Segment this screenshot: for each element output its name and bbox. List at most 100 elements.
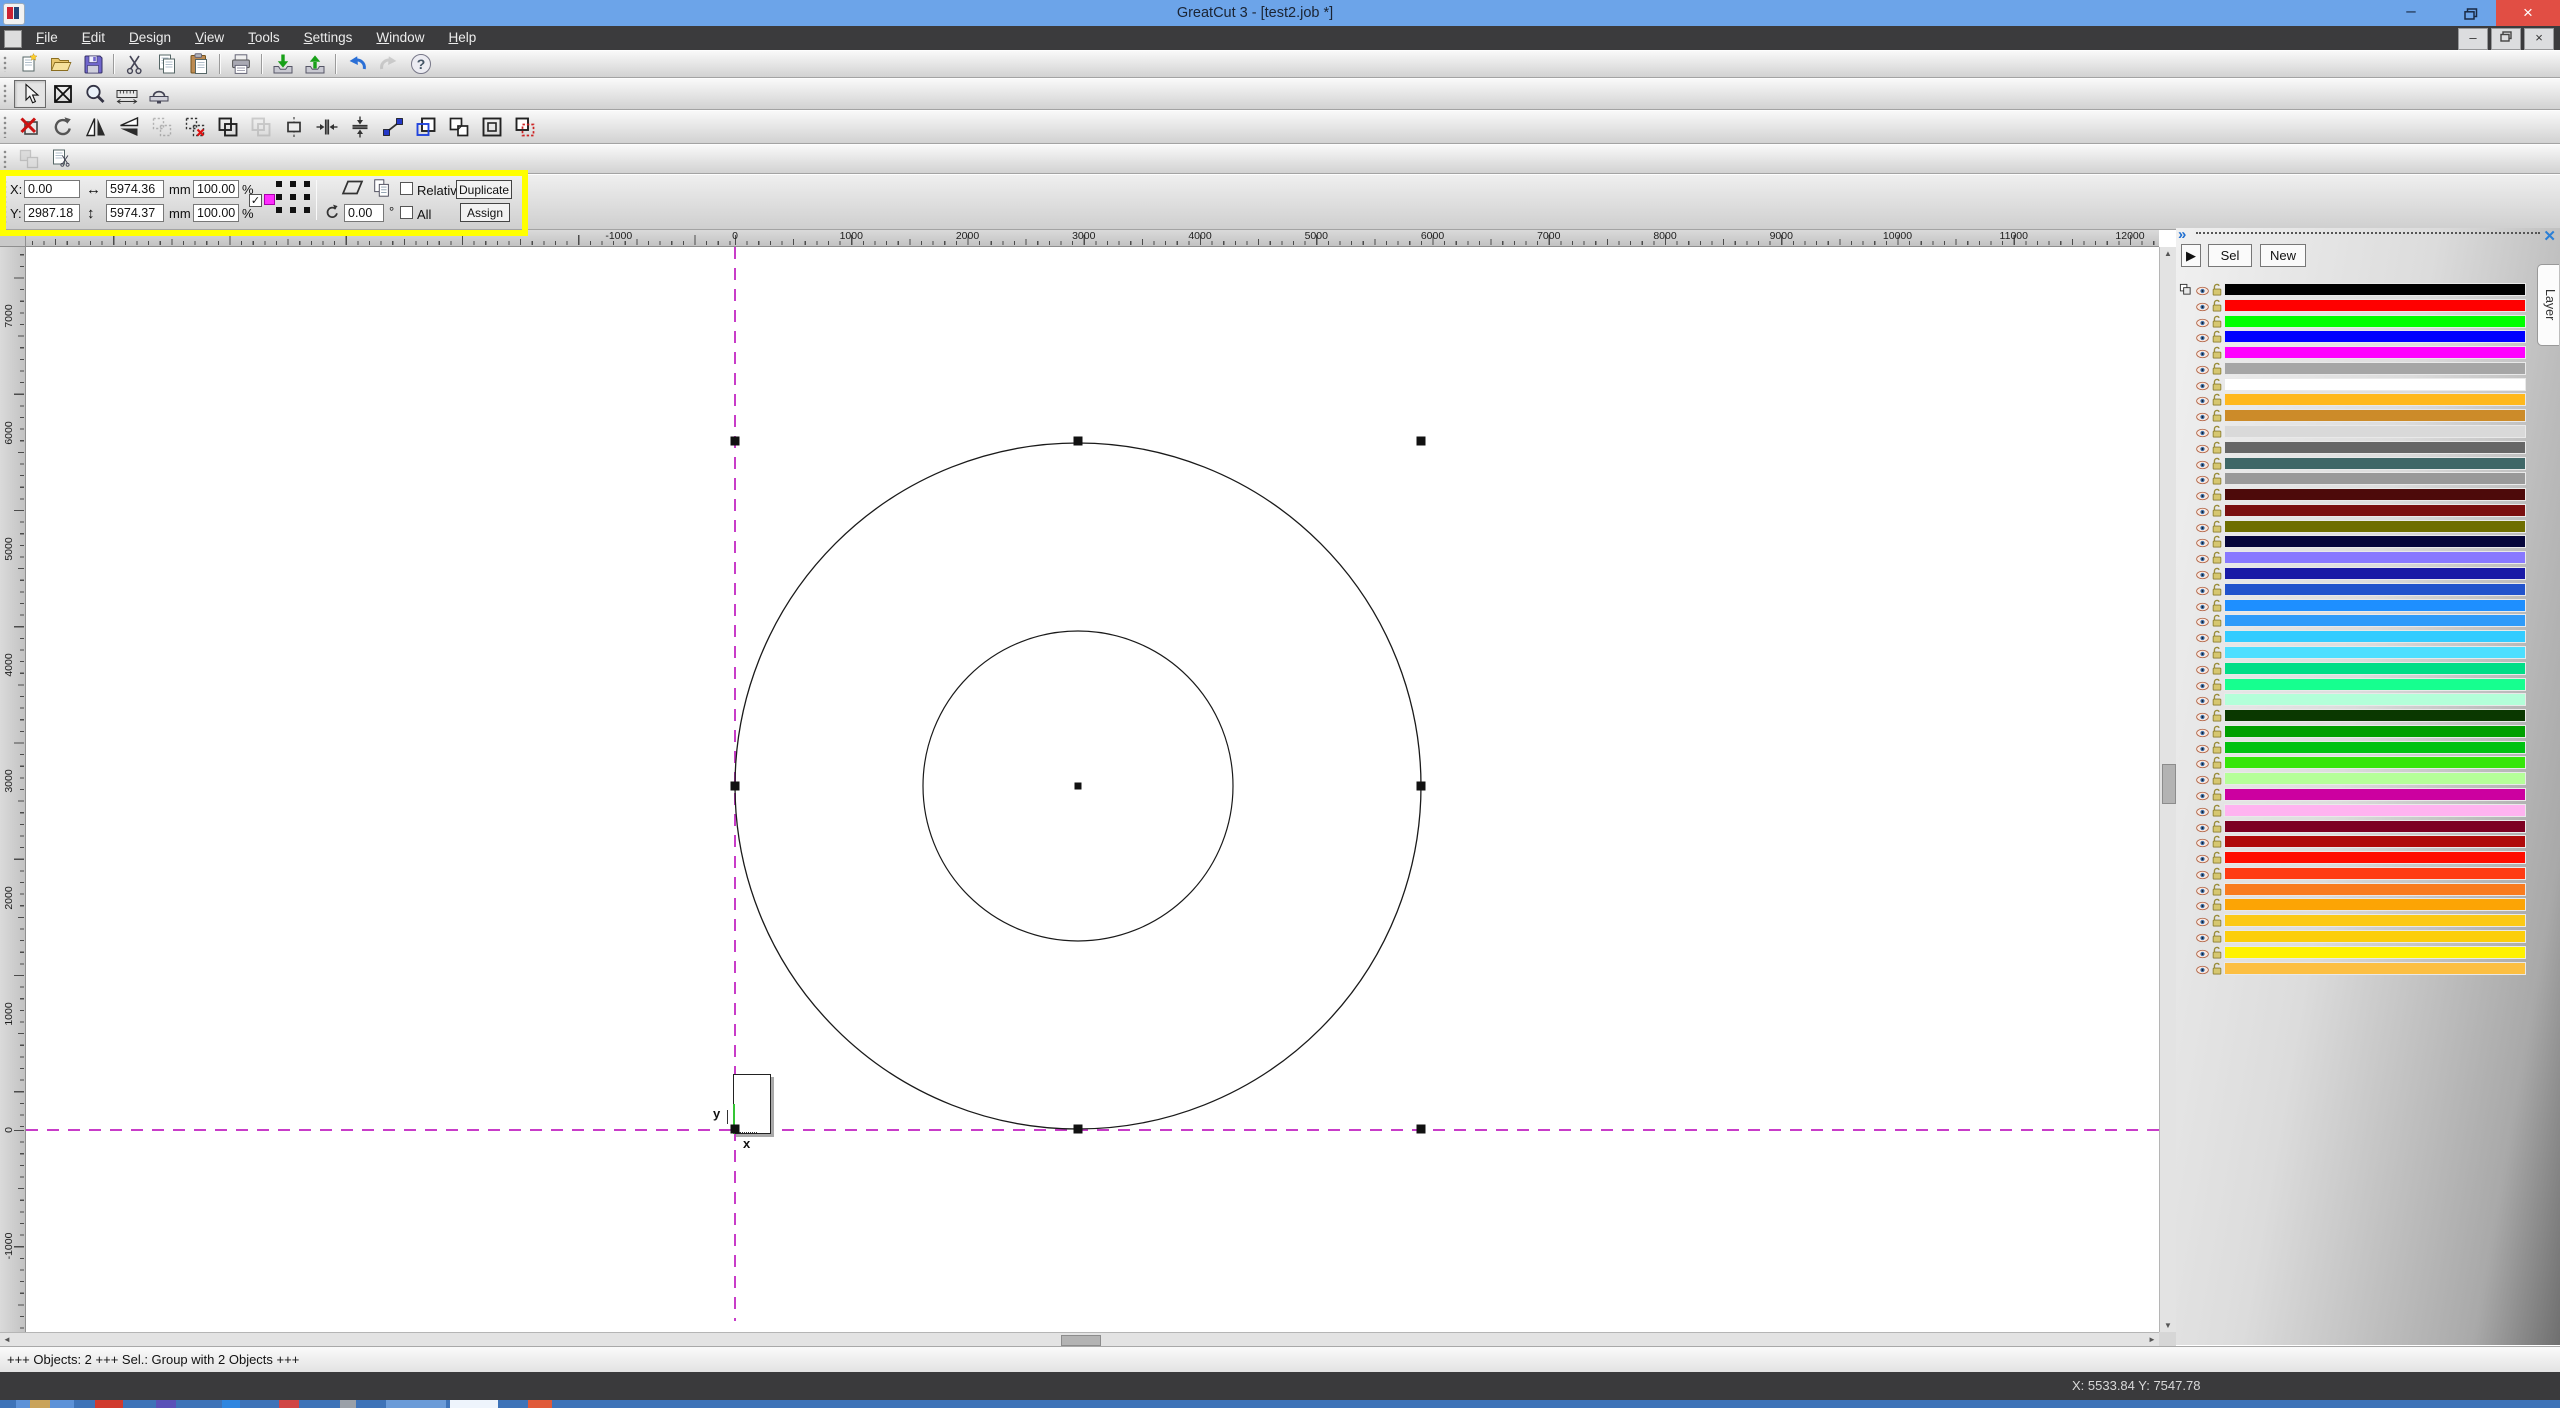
toolbar-grip[interactable] [3, 56, 9, 72]
layer-color-bar[interactable] [2224, 315, 2526, 328]
import-button[interactable] [268, 51, 298, 77]
layer-color-bar[interactable] [2224, 299, 2526, 312]
help-button[interactable]: ? [406, 51, 436, 77]
print-button[interactable] [226, 51, 256, 77]
layer-color-bar[interactable] [2224, 725, 2526, 738]
windows-taskbar[interactable] [0, 1400, 2560, 1408]
align-center-button[interactable] [278, 112, 309, 142]
layer-color-bar[interactable] [2224, 772, 2526, 785]
layer-color-bar[interactable] [2224, 441, 2526, 454]
layer-color-bar[interactable] [2224, 709, 2526, 722]
scale-y-field[interactable] [193, 204, 239, 222]
mdi-restore-button[interactable] [2491, 28, 2521, 50]
taskbar-app-sliver[interactable] [156, 1400, 176, 1408]
node-tool-button[interactable] [377, 112, 408, 142]
taskbar-app-sliver[interactable] [95, 1400, 123, 1408]
layer-color-bar[interactable] [2224, 646, 2526, 659]
cut-button[interactable] [120, 51, 150, 77]
layer-color-bar[interactable] [2224, 678, 2526, 691]
toolbar-grip[interactable] [3, 84, 9, 104]
layer-color-bar[interactable] [2224, 693, 2526, 706]
scroll-up-icon[interactable]: ▲ [2161, 249, 2175, 258]
layer-color-bar[interactable] [2224, 930, 2526, 943]
anchor-point[interactable] [304, 181, 310, 187]
vertical-scroll-thumb[interactable] [2162, 764, 2176, 804]
layer-lock-icon[interactable] [2211, 962, 2223, 980]
height-field[interactable] [106, 204, 164, 222]
object-center-mark[interactable] [1075, 783, 1082, 790]
anchor-point[interactable] [304, 194, 310, 200]
horizontal-ruler[interactable]: -100001000200030004000500060007000800090… [26, 230, 2159, 247]
mdi-minimize-button[interactable]: – [2458, 28, 2488, 50]
skew-icon[interactable] [340, 179, 366, 202]
layer-color-bar[interactable] [2224, 741, 2526, 754]
layer-color-bar[interactable] [2224, 488, 2526, 501]
paste-button[interactable] [184, 51, 214, 77]
rotation-angle-field[interactable] [344, 204, 384, 222]
scroll-left-icon[interactable]: ◄ [0, 1335, 14, 1344]
anchor-point[interactable] [290, 194, 296, 200]
panel-drag-handle[interactable] [2196, 232, 2540, 234]
toolbar-grip[interactable] [3, 116, 9, 138]
vertical-ruler[interactable]: 70006000500040003000200010000-1000 [0, 247, 26, 1332]
layer-color-bar[interactable] [2224, 346, 2526, 359]
layer-color-bar[interactable] [2224, 330, 2526, 343]
vertical-scrollbar[interactable]: ▲ ▼ [2159, 247, 2176, 1332]
scroll-right-icon[interactable]: ► [2145, 1335, 2159, 1344]
selection-handle[interactable] [731, 782, 740, 791]
all-checkbox[interactable] [400, 206, 413, 219]
scale-x-field[interactable] [193, 180, 239, 198]
toolbar-grip[interactable] [3, 180, 9, 224]
taskbar-app-sliver[interactable] [279, 1400, 299, 1408]
close-button[interactable]: × [2496, 0, 2560, 26]
layer-color-bar[interactable] [2224, 409, 2526, 422]
new-button[interactable]: New [2260, 244, 2306, 267]
layer-color-bar[interactable] [2224, 804, 2526, 817]
new-file-button[interactable] [14, 51, 44, 77]
menu-settings[interactable]: Settings [292, 26, 365, 50]
layer-color-bar[interactable] [2224, 835, 2526, 848]
layer-color-bar[interactable] [2224, 788, 2526, 801]
menu-edit[interactable]: Edit [70, 26, 117, 50]
layer-color-bar[interactable] [2224, 393, 2526, 406]
delete-object-button[interactable] [14, 112, 45, 142]
layer-color-bar[interactable] [2224, 867, 2526, 880]
undo-button[interactable] [342, 51, 372, 77]
selection-handle[interactable] [1074, 437, 1083, 446]
copy-params-icon[interactable] [372, 178, 392, 203]
selection-handle[interactable] [1074, 1125, 1083, 1134]
layer-color-bar[interactable] [2224, 898, 2526, 911]
taskbar-app-sliver[interactable] [386, 1400, 446, 1408]
layer-color-bar[interactable] [2224, 614, 2526, 627]
selection-handle[interactable] [1417, 782, 1426, 791]
layer-color-bar[interactable] [2224, 425, 2526, 438]
taskbar-app-sliver[interactable] [30, 1400, 50, 1408]
plot-button[interactable] [144, 81, 174, 107]
scroll-down-icon[interactable]: ▼ [2161, 1321, 2175, 1330]
taskbar-app-sliver[interactable] [528, 1400, 552, 1408]
menu-window[interactable]: Window [364, 26, 436, 50]
layer-color-bar[interactable] [2224, 551, 2526, 564]
layer-color-bar[interactable] [2224, 472, 2526, 485]
selection-handle[interactable] [1417, 1125, 1426, 1134]
mirror-horizontal-button[interactable] [80, 112, 111, 142]
minimize-button[interactable]: – [2390, 0, 2432, 26]
measure-button[interactable] [112, 81, 142, 107]
layer-color-bar[interactable] [2224, 630, 2526, 643]
panel-expand-icon[interactable]: » [2178, 228, 2186, 243]
zoom-tool-button[interactable] [80, 81, 110, 107]
panel-close-icon[interactable]: ✕ [2543, 228, 2556, 245]
weld-button[interactable] [443, 112, 474, 142]
menu-design[interactable]: Design [117, 26, 183, 50]
anchor-point[interactable] [304, 207, 310, 213]
layer-color-bar[interactable] [2224, 914, 2526, 927]
layer-color-bar[interactable] [2224, 362, 2526, 375]
taskbar-app-sliver[interactable] [222, 1400, 240, 1408]
layer-color-bar[interactable] [2224, 756, 2526, 769]
layer-color-bar[interactable] [2224, 851, 2526, 864]
toolbar-grip[interactable] [3, 150, 9, 168]
x-position-field[interactable] [24, 180, 80, 198]
selection-handle[interactable] [731, 437, 740, 446]
combine-button[interactable] [212, 112, 243, 142]
layer-options-button[interactable]: ▶ [2181, 244, 2201, 267]
